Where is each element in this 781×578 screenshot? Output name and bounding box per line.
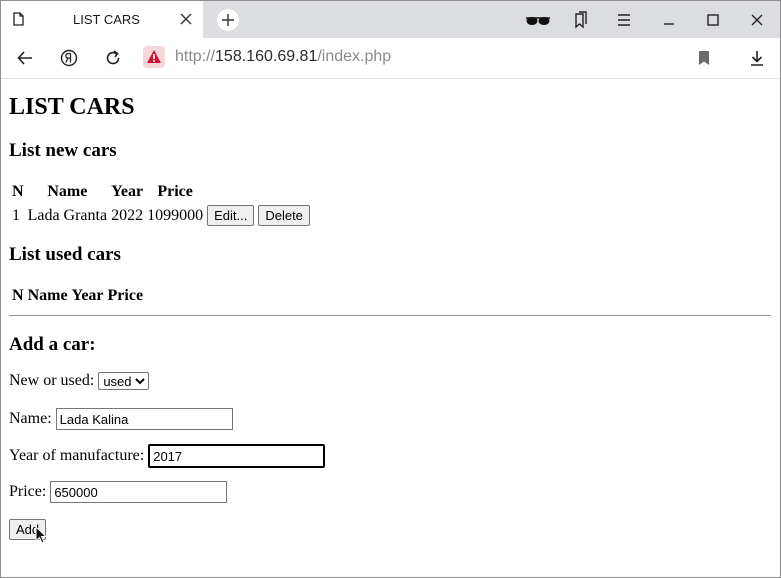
browser-window: LIST CARS http://158.160.69.81/index.php… (0, 0, 781, 578)
car-type-select[interactable]: used (98, 372, 150, 391)
window-close-icon[interactable] (748, 11, 766, 29)
table-header-row: N Name Year Price (11, 182, 311, 202)
column-header-name: Name (27, 287, 68, 304)
cell-year: 2022 (111, 206, 144, 224)
mouse-pointer-icon (35, 526, 47, 544)
new-cars-table: N Name Year Price 1 Lada Granta 2022 109… (9, 180, 313, 229)
price-label: Price: (9, 482, 47, 500)
column-header-n: N (12, 183, 24, 200)
plus-icon (222, 14, 234, 26)
url-host: 158.160.69.81 (215, 48, 318, 65)
column-header-spacer (206, 182, 311, 202)
cell-actions: Edit... Delete (206, 204, 311, 227)
bookmark-icon[interactable] (695, 49, 713, 67)
yandex-icon[interactable] (60, 49, 78, 67)
column-header-price: Price (107, 287, 144, 304)
add-car-heading: Add a car: (9, 334, 96, 355)
price-input[interactable] (50, 481, 228, 503)
url-scheme: http:// (175, 48, 216, 65)
car-type-label: New or used: (9, 372, 95, 389)
navigation-bar: http://158.160.69.81/index.php (1, 38, 780, 79)
name-label: Name: (9, 409, 52, 427)
year-label: Year of manufacture: (9, 446, 145, 464)
maximize-icon[interactable] (704, 11, 722, 29)
address-bar[interactable]: http://158.160.69.81/index.php (175, 48, 391, 66)
cell-n: 1 (12, 206, 20, 224)
column-header-year: Year (71, 287, 104, 304)
minimize-icon[interactable] (660, 11, 678, 29)
tab-list-cars[interactable]: LIST CARS (1, 1, 203, 38)
connection-warning-badge[interactable] (143, 46, 165, 68)
edit-button[interactable]: Edit... (207, 205, 255, 226)
tab-bar: LIST CARS (1, 1, 780, 38)
column-header-price: Price (157, 183, 193, 200)
page-content: LIST CARS List new cars N Name Year Pric… (1, 79, 780, 577)
incognito-glasses-icon[interactable] (525, 11, 551, 29)
tab-title: LIST CARS (73, 12, 140, 27)
table-header-row: N Name Year Price (11, 286, 144, 306)
back-arrow-icon[interactable] (16, 49, 34, 67)
cell-name: Lada Granta (27, 206, 108, 224)
page-icon (13, 12, 24, 26)
name-input[interactable] (55, 408, 233, 430)
year-input[interactable] (148, 444, 326, 468)
car-type-row: New or used: used (9, 372, 150, 391)
url-path: /index.php (317, 48, 392, 65)
name-row: Name: (9, 408, 233, 430)
new-tab-button[interactable] (217, 9, 239, 31)
year-row: Year of manufacture: (9, 444, 326, 468)
new-cars-heading: List new cars (9, 140, 117, 161)
tab-close-icon[interactable] (179, 12, 193, 26)
warning-triangle-icon (147, 50, 161, 63)
download-icon[interactable] (748, 49, 766, 67)
price-row: Price: (9, 481, 228, 503)
column-header-n: N (12, 287, 24, 304)
column-header-year: Year (111, 183, 144, 200)
column-header-name: Name (47, 183, 88, 200)
table-row: 1 Lada Granta 2022 1099000 Edit... Delet… (11, 204, 311, 227)
reload-icon[interactable] (104, 49, 122, 67)
menu-icon[interactable] (615, 11, 633, 29)
page-title: LIST CARS (9, 94, 135, 120)
cell-price: 1099000 (147, 206, 204, 224)
collections-icon[interactable] (571, 11, 589, 29)
delete-button[interactable]: Delete (258, 205, 310, 226)
used-cars-heading: List used cars (9, 244, 121, 265)
section-divider (9, 315, 771, 316)
used-cars-table: N Name Year Price (9, 284, 146, 308)
